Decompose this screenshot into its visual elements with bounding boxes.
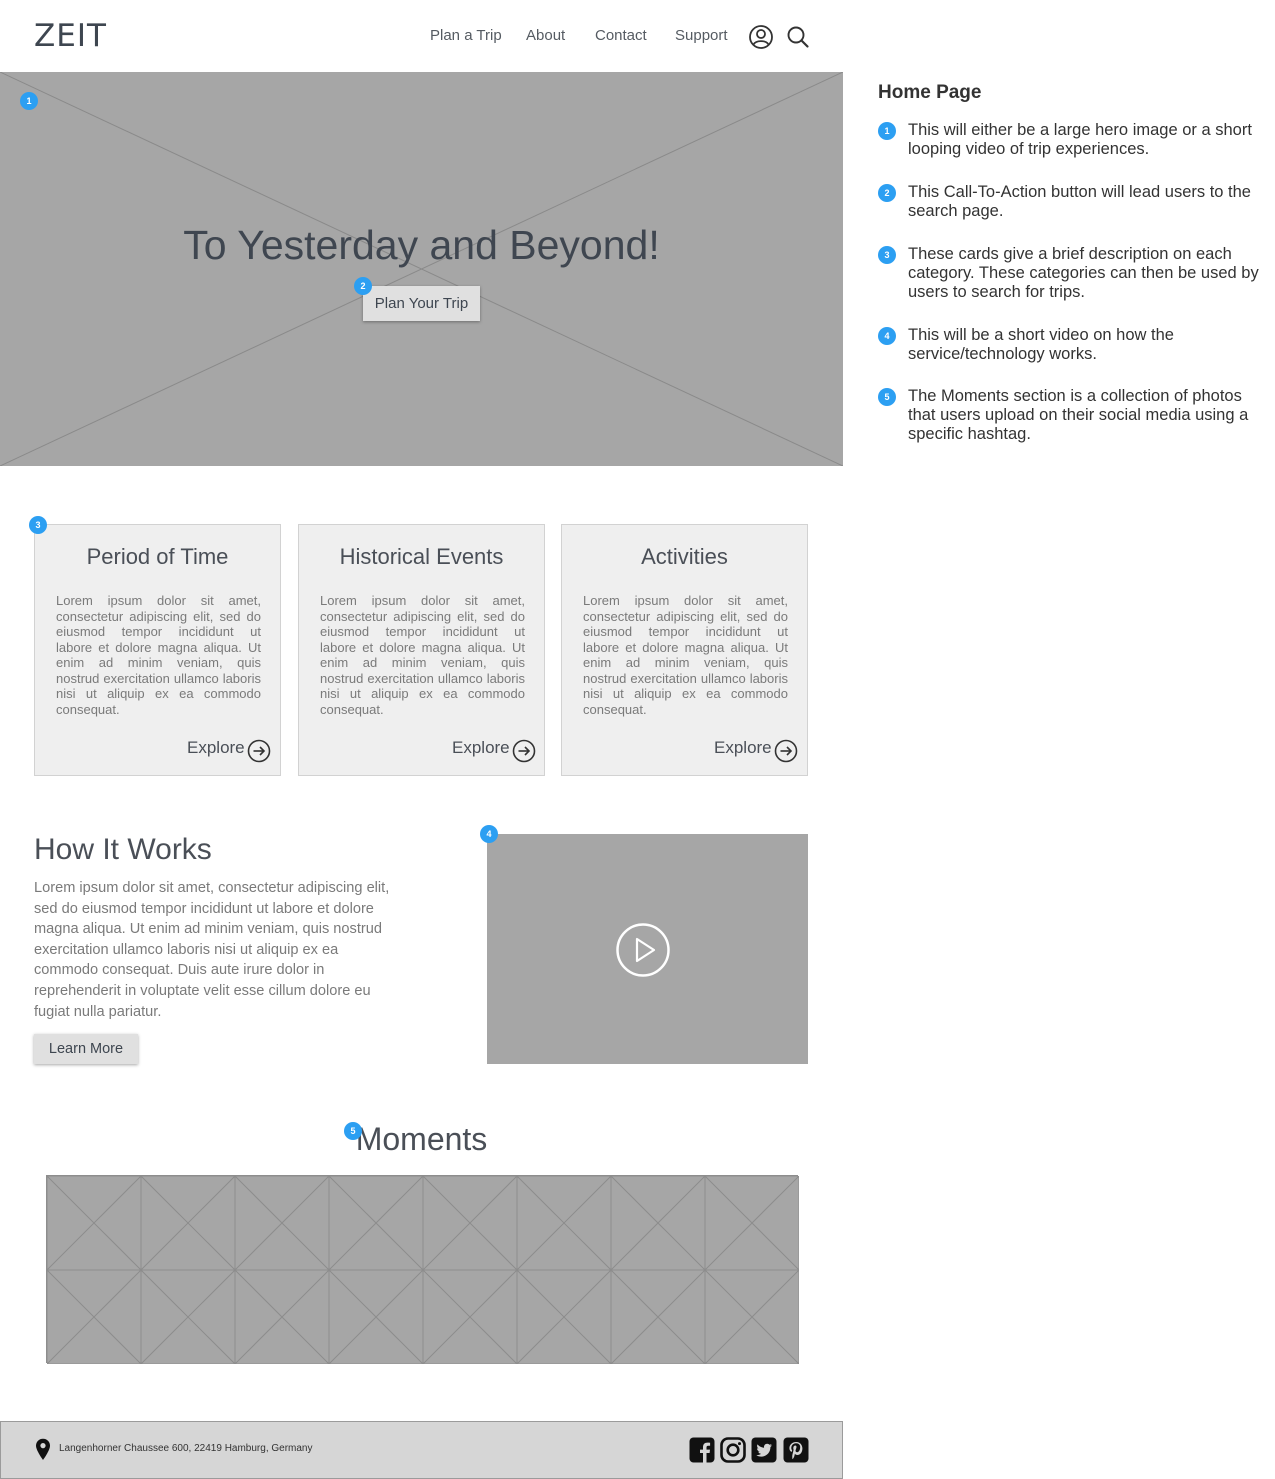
moment-photo-placeholder[interactable] <box>517 1176 611 1270</box>
annotation-badge-3: 3 <box>29 516 47 534</box>
moments-title: Moments <box>355 1121 488 1157</box>
location-pin-icon <box>36 1438 50 1460</box>
play-icon[interactable] <box>615 922 671 978</box>
how-it-works-video[interactable] <box>487 834 808 1064</box>
moment-photo-placeholder[interactable] <box>611 1270 705 1364</box>
note-badge: 2 <box>878 184 896 202</box>
note-text: This will either be a large hero image o… <box>908 121 1252 158</box>
nav-about[interactable]: About <box>526 27 565 44</box>
moment-photo-placeholder[interactable] <box>141 1270 235 1364</box>
notes-title: Home Page <box>878 82 982 103</box>
category-card-historical-events: Historical Events Lorem ipsum dolor sit … <box>298 524 545 776</box>
category-card-activities: Activities Lorem ipsum dolor sit amet, c… <box>561 524 808 776</box>
moment-photo-placeholder[interactable] <box>235 1176 329 1270</box>
annotation-badge-4: 4 <box>480 825 498 843</box>
plan-your-trip-button[interactable]: Plan Your Trip <box>363 286 480 321</box>
moment-photo-placeholder[interactable] <box>47 1176 141 1270</box>
moment-photo-placeholder[interactable] <box>141 1176 235 1270</box>
moment-photo-placeholder[interactable] <box>517 1270 611 1364</box>
note-text: These cards give a brief description on … <box>908 245 1259 301</box>
search-icon[interactable] <box>785 24 811 50</box>
nav-contact[interactable]: Contact <box>595 27 647 44</box>
note-text: The Moments section is a collection of p… <box>908 387 1249 443</box>
arrow-right-circle-icon[interactable] <box>512 739 536 763</box>
site-header: ZEIT Plan a Trip About Contact Support <box>0 0 843 72</box>
note-badge: 4 <box>878 327 896 345</box>
moment-photo-placeholder[interactable] <box>47 1270 141 1364</box>
note-item: 2 This Call-To-Action button will lead u… <box>878 183 1263 220</box>
card-description: Lorem ipsum dolor sit amet, consectetur … <box>56 593 261 717</box>
category-card-period-of-time: Period of Time Lorem ipsum dolor sit ame… <box>34 524 281 776</box>
note-text: This Call-To-Action button will lead use… <box>908 183 1251 220</box>
moment-photo-placeholder[interactable] <box>705 1270 799 1364</box>
moment-photo-placeholder[interactable] <box>329 1176 423 1270</box>
note-badge: 3 <box>878 246 896 264</box>
how-it-works-body: Lorem ipsum dolor sit amet, consectetur … <box>34 880 390 1020</box>
hero-image-placeholder <box>0 72 843 466</box>
twitter-icon[interactable] <box>751 1437 777 1463</box>
arrow-right-circle-icon[interactable] <box>774 739 798 763</box>
facebook-icon[interactable] <box>689 1437 715 1463</box>
card-description: Lorem ipsum dolor sit amet, consectetur … <box>583 593 788 717</box>
user-icon[interactable] <box>748 24 774 50</box>
nav-plan-a-trip[interactable]: Plan a Trip <box>430 27 502 44</box>
moments-gallery <box>46 1175 799 1364</box>
annotation-badge-5: 5 <box>344 1122 362 1140</box>
moment-photo-placeholder[interactable] <box>423 1270 517 1364</box>
annotation-badge-2: 2 <box>354 277 372 295</box>
card-title: Activities <box>641 544 728 569</box>
moment-photo-placeholder[interactable] <box>329 1270 423 1364</box>
explore-link[interactable]: Explore <box>714 738 772 758</box>
note-text: This will be a short video on how the se… <box>908 326 1174 363</box>
explore-link[interactable]: Explore <box>187 738 245 758</box>
note-item: 5 The Moments section is a collection of… <box>878 387 1263 443</box>
learn-more-button[interactable]: Learn More <box>34 1034 138 1064</box>
moment-photo-placeholder[interactable] <box>235 1270 329 1364</box>
note-item: 3 These cards give a brief description o… <box>878 245 1263 301</box>
explore-link[interactable]: Explore <box>452 738 510 758</box>
site-logo[interactable]: ZEIT <box>34 18 107 54</box>
moment-photo-placeholder[interactable] <box>423 1176 517 1270</box>
hero-title: To Yesterday and Beyond! <box>183 222 660 268</box>
site-footer: Langenhorner Chaussee 600, 22419 Hamburg… <box>0 1421 843 1479</box>
note-badge: 5 <box>878 388 896 406</box>
instagram-icon[interactable] <box>720 1437 746 1463</box>
note-badge: 1 <box>878 122 896 140</box>
arrow-right-circle-icon[interactable] <box>247 739 271 763</box>
note-item: 1 This will either be a large hero image… <box>878 121 1263 158</box>
pinterest-icon[interactable] <box>783 1437 809 1463</box>
nav-support[interactable]: Support <box>675 27 728 44</box>
card-title: Period of Time <box>86 544 229 569</box>
card-description: Lorem ipsum dolor sit amet, consectetur … <box>320 593 525 717</box>
annotation-badge-1: 1 <box>20 92 38 110</box>
note-item: 4 This will be a short video on how the … <box>878 326 1263 363</box>
moment-photo-placeholder[interactable] <box>705 1176 799 1270</box>
card-title: Historical Events <box>339 544 504 569</box>
moment-photo-placeholder[interactable] <box>611 1176 705 1270</box>
how-it-works-title: How It Works <box>34 833 212 866</box>
footer-address: Langenhorner Chaussee 600, 22419 Hamburg… <box>59 1443 313 1454</box>
hero-section: To Yesterday and Beyond! Plan Your Trip <box>0 72 843 466</box>
